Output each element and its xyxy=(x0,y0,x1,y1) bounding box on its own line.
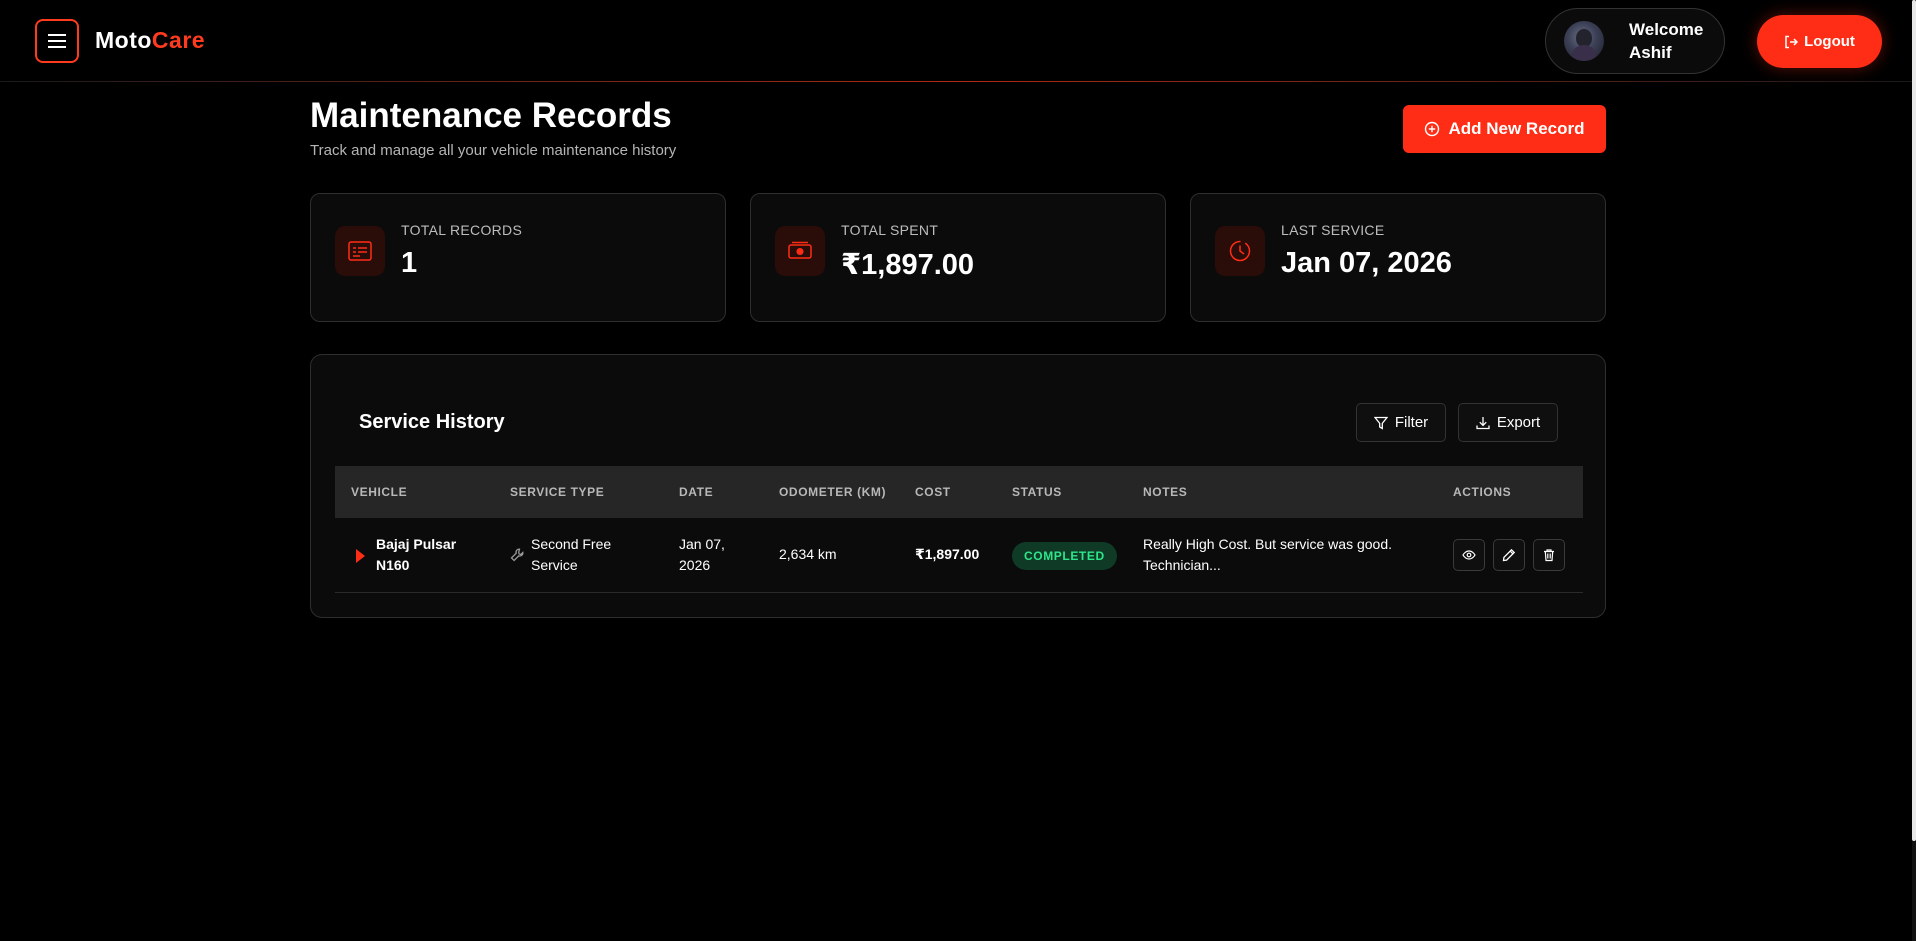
eye-icon xyxy=(1462,550,1476,560)
stat-card-total-records: TOTAL RECORDS 1 xyxy=(310,193,726,322)
column-header-service-type: SERVICE TYPE xyxy=(510,485,605,499)
vehicle-name-line2: N160 xyxy=(376,557,410,573)
stat-label: TOTAL RECORDS xyxy=(401,222,523,238)
logout-button[interactable]: Logout xyxy=(1757,15,1882,68)
export-label: Export xyxy=(1496,414,1541,431)
cell-notes: Really High Cost. But service was good. … xyxy=(1143,534,1392,576)
avatar xyxy=(1564,21,1604,61)
table-header: VEHICLE SERVICE TYPE DATE ODOMETER (KM) … xyxy=(335,466,1583,518)
brand-text-care: Care xyxy=(151,27,206,53)
filter-label: Filter xyxy=(1394,414,1429,431)
stat-card-last-service: LAST SERVICE Jan 07, 2026 xyxy=(1190,193,1606,322)
hamburger-menu-button[interactable] xyxy=(35,19,79,63)
stat-value: ₹1,897.00 xyxy=(841,249,975,281)
cell-cost: ₹1,897.00 xyxy=(915,546,980,562)
export-button[interactable]: Export xyxy=(1458,403,1558,442)
service-type-line2: Service xyxy=(531,557,578,573)
stat-icon-wrap xyxy=(775,226,825,276)
view-button[interactable] xyxy=(1453,539,1485,571)
welcome-text: Welcome Ashif xyxy=(1629,18,1703,64)
column-header-actions: ACTIONS xyxy=(1453,485,1512,499)
filter-icon xyxy=(1373,416,1388,430)
hamburger-icon xyxy=(48,34,66,48)
column-header-status: STATUS xyxy=(1012,485,1062,499)
cell-vehicle: Bajaj Pulsar N160 xyxy=(376,534,456,576)
stat-icon-wrap xyxy=(1215,226,1265,276)
cell-service-type: Second Free Service xyxy=(531,534,611,576)
delete-button[interactable] xyxy=(1533,539,1565,571)
date-line1: Jan 07, xyxy=(679,536,725,552)
user-profile-chip[interactable]: Welcome Ashif xyxy=(1545,8,1725,74)
status-badge: COMPLETED xyxy=(1012,542,1117,570)
add-new-record-button[interactable]: Add New Record xyxy=(1403,105,1606,153)
vehicle-name-line1: Bajaj Pulsar xyxy=(376,536,457,552)
page-title: Maintenance Records xyxy=(310,96,672,135)
stat-card-total-spent: TOTAL SPENT ₹1,897.00 xyxy=(750,193,1166,322)
stat-value: Jan 07, 2026 xyxy=(1281,247,1452,279)
table-row[interactable]: Bajaj Pulsar N160 Second Free Service Ja… xyxy=(335,518,1583,593)
download-icon xyxy=(1476,416,1490,429)
service-history-panel: Service History Filter Export VEHICLE SE… xyxy=(310,354,1606,618)
column-header-vehicle: VEHICLE xyxy=(351,485,408,499)
cell-date: Jan 07, 2026 xyxy=(679,534,725,576)
date-line2: 2026 xyxy=(679,557,711,573)
notes-line2: Technician... xyxy=(1143,557,1221,573)
money-icon xyxy=(788,241,812,259)
brand-text-moto: Moto xyxy=(95,27,152,53)
wrench-icon xyxy=(510,548,524,562)
pencil-icon xyxy=(1502,548,1516,562)
cell-odometer: 2,634 km xyxy=(779,546,837,562)
add-new-record-label: Add New Record xyxy=(1448,119,1585,138)
plus-circle-icon xyxy=(1425,121,1440,137)
column-header-odometer: ODOMETER (KM) xyxy=(779,485,887,499)
filter-button[interactable]: Filter xyxy=(1356,403,1446,442)
trash-icon xyxy=(1544,549,1554,562)
logout-icon xyxy=(1785,35,1799,48)
notes-line1: Really High Cost. But service was good. xyxy=(1143,536,1392,552)
logout-label: Logout xyxy=(1804,33,1855,50)
welcome-label: Welcome xyxy=(1629,20,1704,39)
user-name: Ashif xyxy=(1629,43,1672,62)
column-header-date: DATE xyxy=(679,485,714,499)
document-list-icon xyxy=(348,241,372,261)
top-navbar: MotoCare Welcome Ashif Logout xyxy=(0,0,1916,82)
stat-label: TOTAL SPENT xyxy=(841,222,939,238)
clock-icon xyxy=(1229,240,1251,262)
column-header-notes: NOTES xyxy=(1143,485,1188,499)
stat-value: 1 xyxy=(401,247,418,279)
service-history-title: Service History xyxy=(359,411,505,433)
edit-button[interactable] xyxy=(1493,539,1525,571)
stat-icon-wrap xyxy=(335,226,385,276)
column-header-cost: COST xyxy=(915,485,951,499)
service-type-line1: Second Free xyxy=(531,536,612,552)
caret-right-icon xyxy=(356,549,365,563)
page-subtitle: Track and manage all your vehicle mainte… xyxy=(310,142,677,159)
scrollbar-thumb[interactable] xyxy=(1912,0,1916,841)
brand-logo[interactable]: MotoCare xyxy=(95,27,205,54)
stat-label: LAST SERVICE xyxy=(1281,222,1385,238)
